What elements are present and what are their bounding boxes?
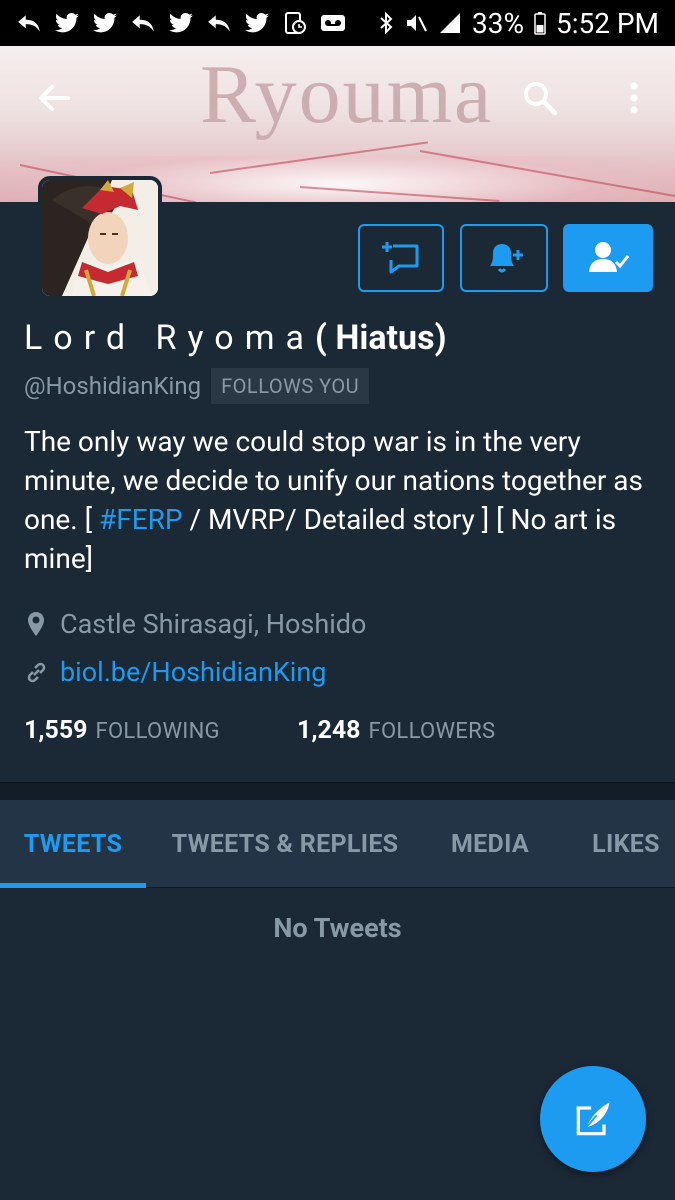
reply-icon bbox=[132, 15, 154, 32]
twitter-bird-icon bbox=[245, 13, 269, 33]
twitter-bird-icon bbox=[93, 13, 117, 33]
followers-stat[interactable]: 1,248 FOLLOWERS bbox=[297, 716, 495, 745]
signal-icon bbox=[439, 13, 460, 33]
website-link[interactable]: biol.be/HoshidianKing bbox=[60, 656, 326, 688]
message-add-icon bbox=[382, 242, 419, 274]
direct-message-button[interactable] bbox=[358, 224, 444, 292]
tab-tweets-and-replies[interactable]: TWEETS & REPLIES bbox=[146, 800, 424, 888]
followers-label: FOLLOWERS bbox=[368, 719, 496, 744]
empty-state: No Tweets bbox=[273, 912, 402, 944]
back-arrow-icon[interactable] bbox=[34, 78, 74, 118]
username: @HoshidianKing bbox=[24, 372, 202, 400]
banner-text: Ryouma bbox=[200, 48, 494, 141]
profile-name: Lord Ryoma( Hiatus) bbox=[24, 318, 447, 358]
mute-icon bbox=[406, 15, 427, 32]
profile-tabs: TWEETS TWEETS & REPLIES MEDIA LIKES bbox=[0, 800, 675, 888]
search-icon[interactable] bbox=[520, 78, 560, 118]
website-row[interactable]: biol.be/HoshidianKing bbox=[24, 656, 326, 688]
clock: 5:52 PM bbox=[555, 6, 659, 40]
avatar-image bbox=[42, 180, 158, 296]
bell-add-icon bbox=[490, 244, 523, 273]
followers-count: 1,248 bbox=[297, 716, 361, 745]
reply-icon bbox=[18, 15, 40, 32]
notifications-button[interactable] bbox=[460, 224, 548, 292]
twitter-bird-icon bbox=[169, 13, 193, 33]
display-name-suffix: ( Hiatus) bbox=[315, 318, 447, 358]
handle-row: @HoshidianKing FOLLOWS YOU bbox=[24, 368, 370, 404]
twitter-bird-icon bbox=[55, 13, 79, 33]
battery-percent: 33% bbox=[471, 6, 524, 40]
location-pin-icon bbox=[28, 612, 44, 636]
follow-stats: 1,559 FOLLOWING 1,248 FOLLOWERS bbox=[24, 716, 495, 745]
user-check-icon bbox=[589, 242, 630, 272]
follows-you-badge: FOLLOWS YOU bbox=[211, 368, 370, 404]
tab-media[interactable]: MEDIA bbox=[424, 800, 556, 888]
notification-icons bbox=[16, 12, 346, 34]
link-icon bbox=[27, 662, 46, 683]
location-row: Castle Shirasagi, Hoshido bbox=[24, 608, 366, 640]
following-button[interactable] bbox=[563, 224, 653, 292]
tab-likes[interactable]: LIKES bbox=[556, 800, 675, 888]
system-status: 33% 5:52 PM bbox=[378, 7, 659, 40]
compose-tweet-button[interactable] bbox=[540, 1066, 646, 1172]
active-tab-indicator bbox=[0, 883, 146, 888]
usage-icon bbox=[285, 12, 306, 34]
location-text: Castle Shirasagi, Hoshido bbox=[60, 608, 367, 640]
bluetooth-icon bbox=[380, 11, 393, 35]
compose-icon bbox=[576, 1102, 610, 1136]
following-count: 1,559 bbox=[24, 716, 88, 745]
hashtag-link[interactable]: #FERP bbox=[99, 503, 183, 536]
more-vert-icon[interactable] bbox=[614, 78, 654, 118]
tab-tweets[interactable]: TWEETS bbox=[0, 800, 146, 888]
battery-icon bbox=[534, 12, 546, 35]
reply-icon bbox=[208, 15, 230, 32]
following-label: FOLLOWING bbox=[95, 719, 220, 744]
divider bbox=[0, 782, 675, 800]
voicemail-icon bbox=[321, 15, 345, 31]
display-name: Lord Ryoma bbox=[24, 318, 316, 358]
avatar[interactable] bbox=[38, 176, 162, 300]
status-bar: 33% 5:52 PM bbox=[0, 0, 675, 46]
following-stat[interactable]: 1,559 FOLLOWING bbox=[24, 716, 297, 745]
profile-bio: The only way we could stop war is in the… bbox=[24, 425, 643, 575]
